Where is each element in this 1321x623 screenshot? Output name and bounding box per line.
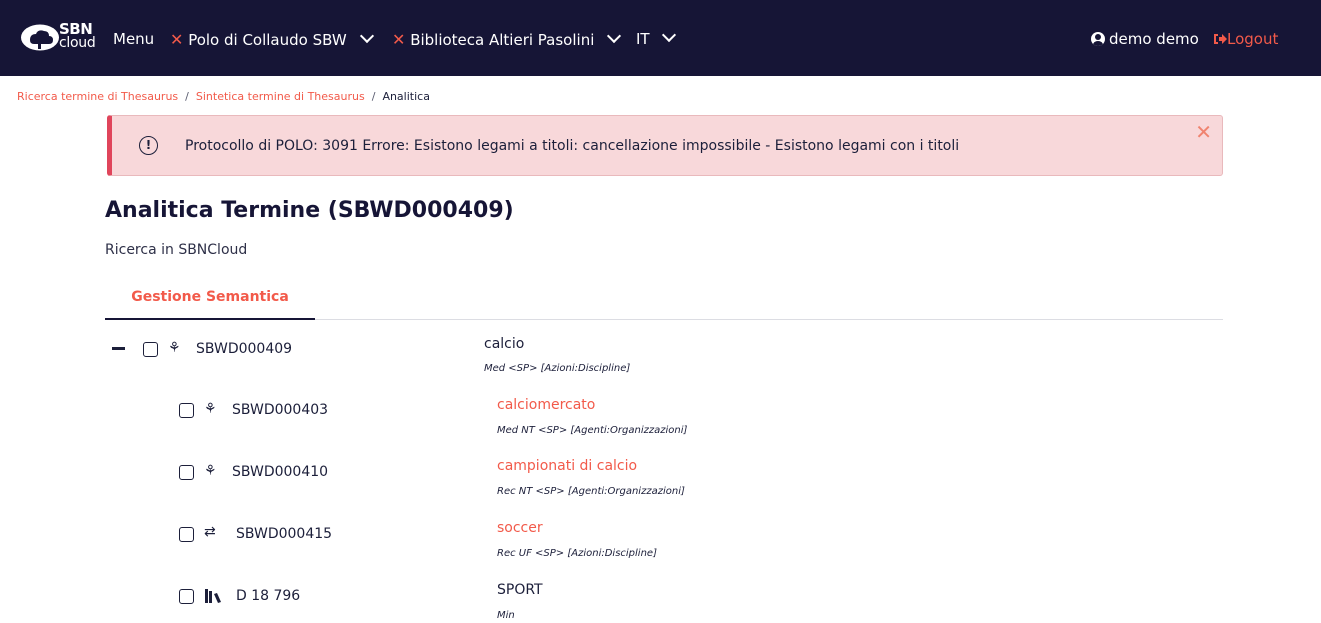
term-description: Rec NT <SP> [Agenti:Organizzazioni] [497,486,685,497]
sbn-cloud-logo[interactable]: SBN cloud [20,20,100,56]
tab-label: Gestione Semantica [131,289,289,305]
page-title: Analitica Termine (SBWD000409) [105,198,514,223]
term-description: Min [497,610,515,621]
user-name: demo demo [1109,30,1199,48]
term-description: Rec UF <SP> [Azioni:Discipline] [497,548,657,559]
row-checkbox[interactable] [143,342,158,357]
node-code[interactable]: SBWD000415 [236,526,332,542]
language-label: IT [636,30,650,48]
breadcrumb-separator: / [371,90,376,103]
books-icon [205,589,221,603]
term-label: SPORT [497,582,543,598]
logo-text-bottom: cloud [59,35,96,51]
term-description: Med <SP> [Azioni:Discipline] [484,363,631,374]
page-subtitle: Ricerca in SBNCloud [105,242,248,258]
user-menu[interactable]: demo demo [1091,30,1199,48]
close-icon[interactable]: ✕ [170,30,183,49]
row-checkbox[interactable] [179,403,194,418]
chevron-down-icon [359,28,374,44]
node-code[interactable]: SBWD000403 [232,402,328,418]
exclamation-icon: ! [139,136,158,155]
exchange-icon: ⇄ [204,524,216,540]
polo-selector[interactable]: ✕ Polo di Collaudo SBW [170,28,374,49]
logout-button[interactable]: Logout [1213,30,1278,48]
tab-gestione-semantica[interactable]: Gestione Semantica [105,289,315,320]
menu-button[interactable]: Menu [113,30,154,48]
top-navbar: SBN cloud Menu ✕ Polo di Collaudo SBW ✕ … [0,0,1321,76]
term-link[interactable]: calciomercato [497,397,595,413]
term-description: Med NT <SP> [Agenti:Organizzazioni] [497,425,688,436]
breadcrumb: Ricerca termine di Thesaurus / Sintetica t… [17,90,430,103]
error-alert: ! Protocollo di POLO: 3091 Errore: Esist… [107,115,1223,176]
breadcrumb-current: Analitica [382,90,430,103]
breadcrumb-ricerca[interactable]: Ricerca termine di Thesaurus [17,90,178,103]
row-checkbox[interactable] [179,465,194,480]
close-icon[interactable]: ✕ [392,30,405,49]
node-code[interactable]: D 18 796 [236,588,300,604]
term-icon: ⚘ [168,340,181,356]
row-checkbox[interactable] [179,527,194,542]
breadcrumb-sintetica[interactable]: Sintetica termine di Thesaurus [196,90,365,103]
node-code[interactable]: SBWD000410 [232,464,328,480]
biblioteca-selector[interactable]: ✕ Biblioteca Altieri Pasolini [392,28,622,49]
alert-message: Protocollo di POLO: 3091 Errore: Esiston… [185,138,960,154]
user-icon [1091,32,1105,46]
polo-label: Polo di Collaudo SBW [188,31,347,49]
term-label: calcio [484,336,525,352]
biblioteca-label: Biblioteca Altieri Pasolini [410,31,595,49]
breadcrumb-separator: / [185,90,189,103]
row-checkbox[interactable] [179,589,194,604]
node-code[interactable]: SBWD000409 [196,341,292,357]
chevron-down-icon [607,28,622,44]
term-icon: ⚘ [204,463,217,479]
logout-icon [1214,34,1227,44]
term-icon: ⚘ [204,401,217,417]
language-selector[interactable]: IT [636,27,677,48]
logout-label: Logout [1227,30,1279,48]
alert-close-icon[interactable]: ✕ [1195,120,1212,144]
collapse-icon[interactable] [112,347,125,350]
cloud-logo-icon [21,24,59,51]
term-link[interactable]: campionati di calcio [497,458,637,474]
chevron-down-icon [662,27,677,43]
term-link[interactable]: soccer [497,520,543,536]
